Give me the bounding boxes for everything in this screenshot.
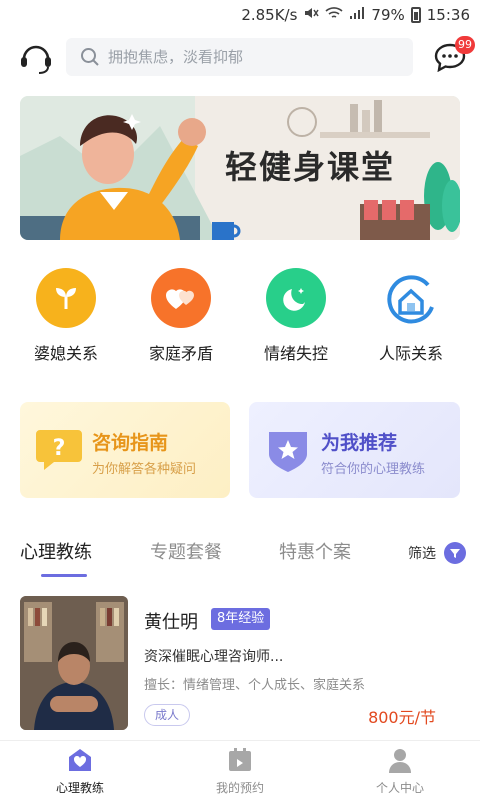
promo-banner[interactable]: 轻健身课堂 (20, 96, 460, 240)
nav-psych-coach[interactable]: 心理教练 (20, 747, 140, 796)
category-label: 人际关系 (378, 344, 443, 363)
coach-photo (20, 596, 128, 730)
filter-button[interactable]: 筛选 (408, 542, 466, 564)
nav-my-appointments[interactable]: 我的预约 (180, 747, 300, 796)
banner-title: 轻健身课堂 (225, 148, 396, 186)
heart-house-icon (66, 747, 94, 773)
bottom-nav: 心理教练 我的预约 个人中心 (0, 740, 480, 800)
sprout-icon (36, 268, 96, 328)
wifi-icon (325, 6, 343, 24)
house-ring-icon (381, 268, 441, 328)
nav-label: 个人中心 (375, 781, 424, 795)
category-label: 婆媳关系 (33, 344, 98, 363)
moon-icon (266, 268, 326, 328)
message-count-badge: 99 (455, 36, 475, 54)
header: 99 (0, 36, 480, 78)
promo-title: 咨询指南 (92, 432, 169, 454)
filter-label: 筛选 (408, 546, 436, 562)
promo-title: 为我推荐 (321, 432, 398, 454)
tab-psych-coach[interactable]: 心理教练 (20, 538, 92, 564)
battery-level: 79% (371, 6, 405, 24)
tab-topic-packages[interactable]: 专题套餐 (150, 538, 222, 564)
category-in-law-relations[interactable]: 婆媳关系 (11, 268, 121, 364)
battery-icon (410, 7, 421, 23)
star-shield-icon (263, 426, 313, 474)
nav-label: 心理教练 (55, 781, 104, 795)
question-bubble-icon: ? (34, 426, 84, 474)
content-tabs: 心理教练 专题套餐 特惠个案 筛选 (0, 530, 480, 580)
audience-tag: 成人 (144, 704, 191, 726)
funnel-icon (444, 542, 466, 564)
category-label: 家庭矛盾 (148, 344, 213, 363)
experience-badge: 8年经验 (211, 608, 271, 630)
promo-subtitle: 为你解答各种疑问 (92, 462, 197, 477)
svg-text:?: ? (53, 436, 66, 461)
calendar-icon (226, 747, 254, 773)
category-emotional-loss-of-control[interactable]: 情绪失控 (241, 268, 351, 364)
category-grid: 婆媳关系 家庭矛盾 情绪失控 人际关系 (0, 268, 480, 368)
search-icon (80, 47, 100, 67)
coach-name: 黄仕明 (144, 612, 198, 633)
network-speed: 2.85K/s (241, 6, 298, 24)
recommend-card[interactable]: 为我推荐 符合你的心理教练 (249, 402, 460, 498)
consult-guide-card[interactable]: ? 咨询指南 为你解答各种疑问 (20, 402, 230, 498)
promo-subtitle: 符合你的心理教练 (321, 462, 426, 477)
hearts-icon (151, 268, 211, 328)
coach-title: 资深催眠心理咨询师... (144, 649, 284, 665)
category-label: 情绪失控 (263, 344, 328, 363)
signal-icon (349, 6, 365, 24)
search-bar[interactable] (66, 38, 413, 76)
category-family-conflict[interactable]: 家庭矛盾 (126, 268, 236, 364)
status-bar: 2.85K/s 79% 15:36 (0, 0, 480, 30)
category-interpersonal-relations[interactable]: 人际关系 (356, 268, 466, 364)
nav-label: 我的预约 (215, 781, 264, 795)
tab-special-cases[interactable]: 特惠个案 (279, 538, 351, 564)
clock: 15:36 (426, 6, 470, 24)
nav-profile[interactable]: 个人中心 (340, 747, 460, 796)
active-tab-indicator (41, 574, 87, 577)
headset-icon[interactable] (18, 41, 54, 75)
coach-price: 800元/节 (368, 708, 436, 727)
search-input[interactable] (108, 48, 388, 66)
coach-specialties: 擅长：情绪管理、个人成长、家庭关系 (144, 678, 366, 693)
person-icon (386, 747, 414, 773)
coach-card[interactable]: 黄仕明 8年经验 资深催眠心理咨询师... 擅长：情绪管理、个人成长、家庭关系 … (20, 596, 460, 732)
mute-icon (303, 6, 320, 24)
